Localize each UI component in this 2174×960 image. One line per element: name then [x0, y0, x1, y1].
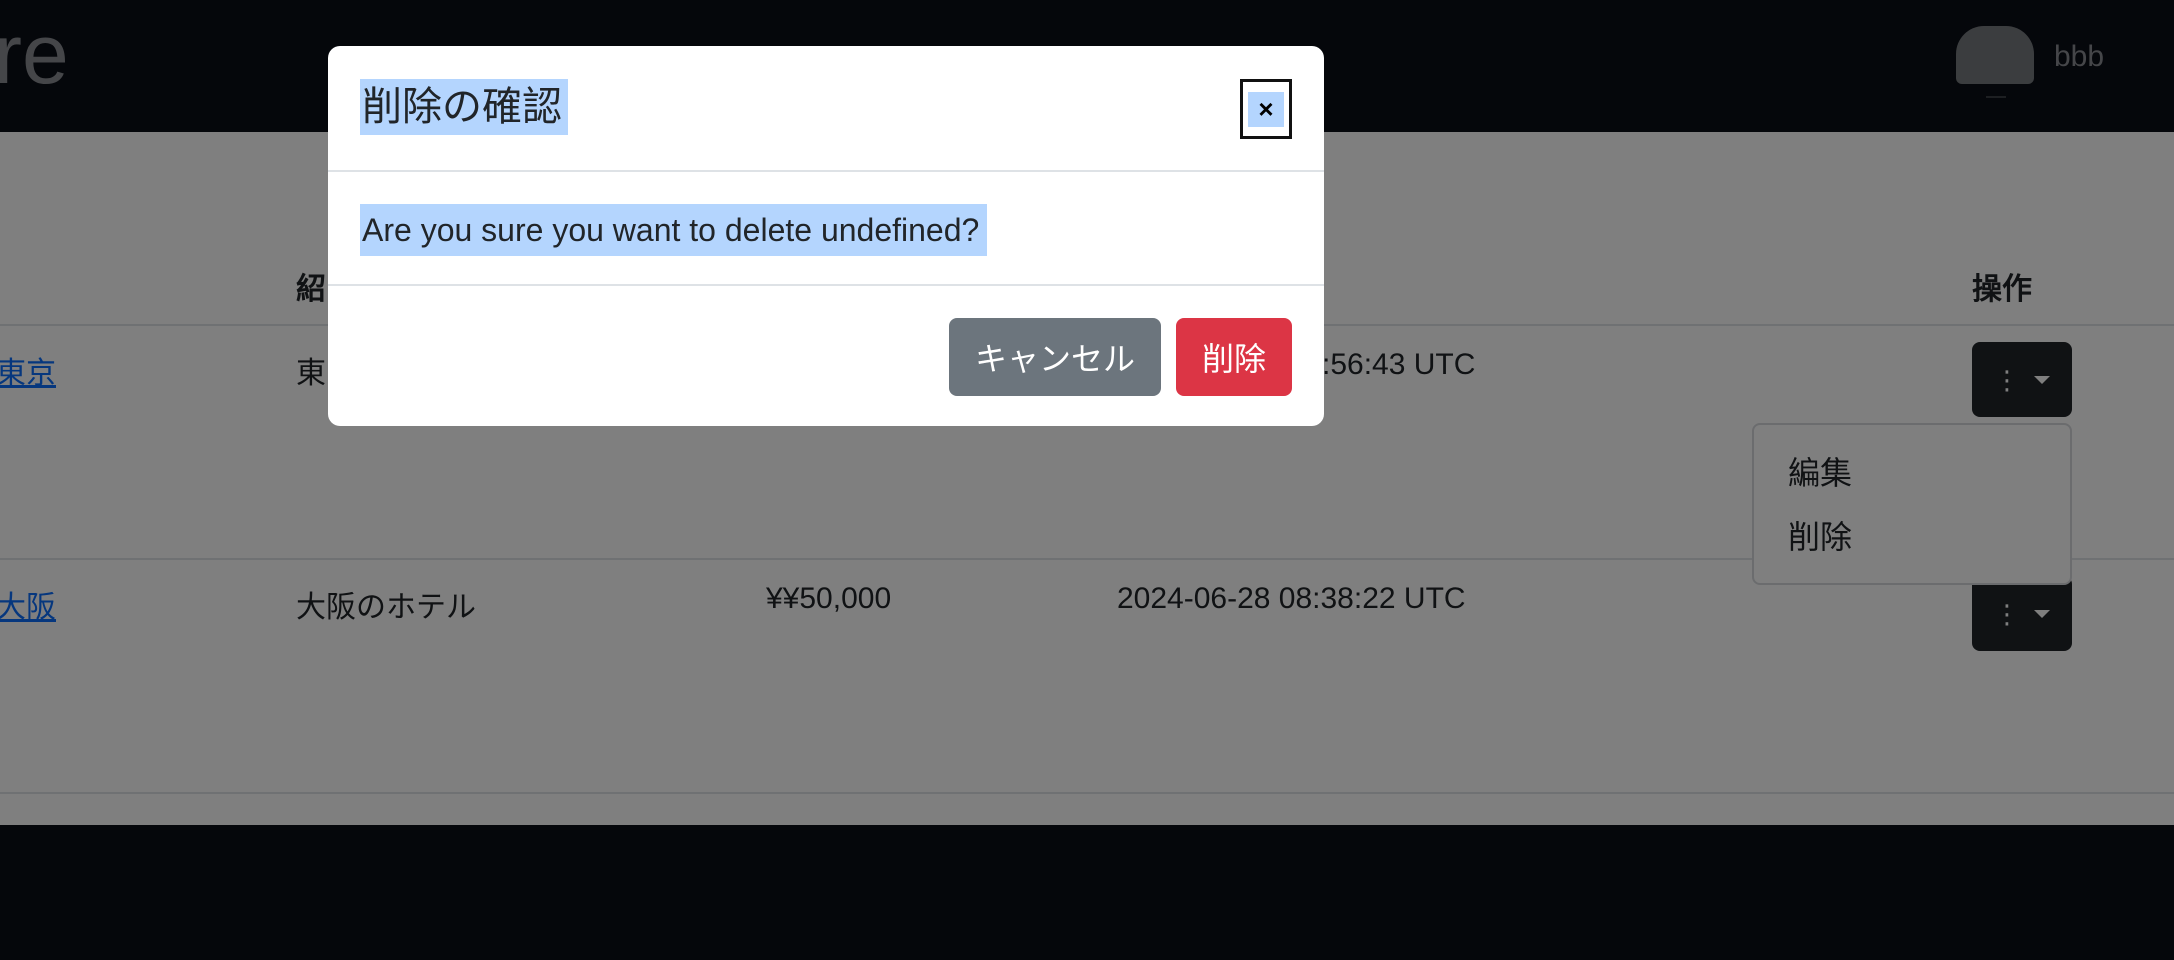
- modal-header-divider: [328, 170, 1324, 172]
- modal-message: Are you sure you want to delete undefine…: [360, 204, 988, 256]
- modal-footer-divider: [328, 284, 1324, 286]
- delete-button[interactable]: 削除: [1176, 318, 1292, 396]
- delete-confirm-modal: 削除の確認 × Are you sure you want to delete …: [328, 46, 1324, 426]
- cancel-button[interactable]: キャンセル: [949, 318, 1161, 396]
- close-icon: ×: [1248, 91, 1284, 127]
- modal-title: 削除の確認: [360, 79, 568, 135]
- modal-close-button[interactable]: ×: [1240, 79, 1292, 139]
